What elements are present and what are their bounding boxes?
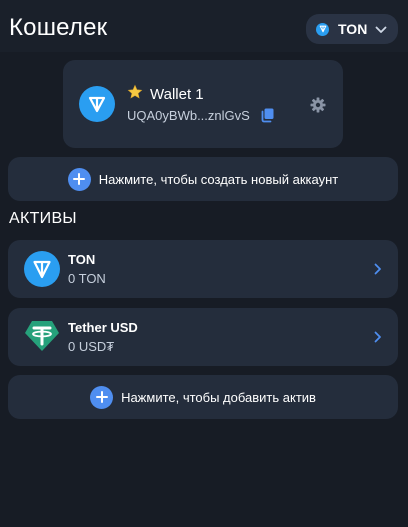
add-asset-label: Нажмите, чтобы добавить актив (121, 389, 316, 405)
chevron-right-icon (374, 330, 382, 348)
plus-icon (67, 167, 91, 191)
page-title: Кошелек (9, 14, 108, 41)
wallet-name-row: Wallet 1 (127, 84, 204, 105)
assets-section-title: АКТИВЫ (9, 210, 77, 227)
ton-icon (24, 251, 60, 292)
asset-balance: 0 USD₮ (68, 339, 115, 354)
asset-row-ton[interactable]: TON 0 TON (8, 240, 398, 298)
wallet-card[interactable]: Wallet 1 UQA0yBWb...znlGvS (63, 60, 343, 148)
chevron-right-icon (374, 262, 382, 280)
add-asset-button[interactable]: Нажмите, чтобы добавить актив (8, 375, 398, 419)
wallet-address: UQA0yBWb...znlGvS (127, 108, 250, 123)
create-account-label: Нажмите, чтобы создать новый аккаунт (98, 171, 339, 187)
tether-icon (24, 319, 60, 358)
plus-icon (90, 385, 114, 409)
ton-icon (79, 86, 115, 122)
asset-name: TON (68, 252, 96, 267)
ton-icon (316, 22, 329, 36)
network-selector[interactable]: TON (306, 14, 398, 44)
asset-balance: 0 TON (68, 271, 106, 286)
star-icon (127, 84, 143, 105)
create-account-button[interactable]: Нажмите, чтобы создать новый аккаунт (8, 157, 398, 201)
wallet-name: Wallet 1 (150, 86, 204, 103)
network-label: TON (338, 21, 368, 37)
chevron-down-icon (375, 21, 387, 39)
copy-icon[interactable] (260, 107, 275, 128)
asset-name: Tether USD (68, 320, 138, 335)
gear-icon[interactable] (310, 97, 326, 118)
asset-row-tether[interactable]: Tether USD 0 USD₮ (8, 308, 398, 366)
header-bar: Кошелек TON (0, 0, 408, 52)
